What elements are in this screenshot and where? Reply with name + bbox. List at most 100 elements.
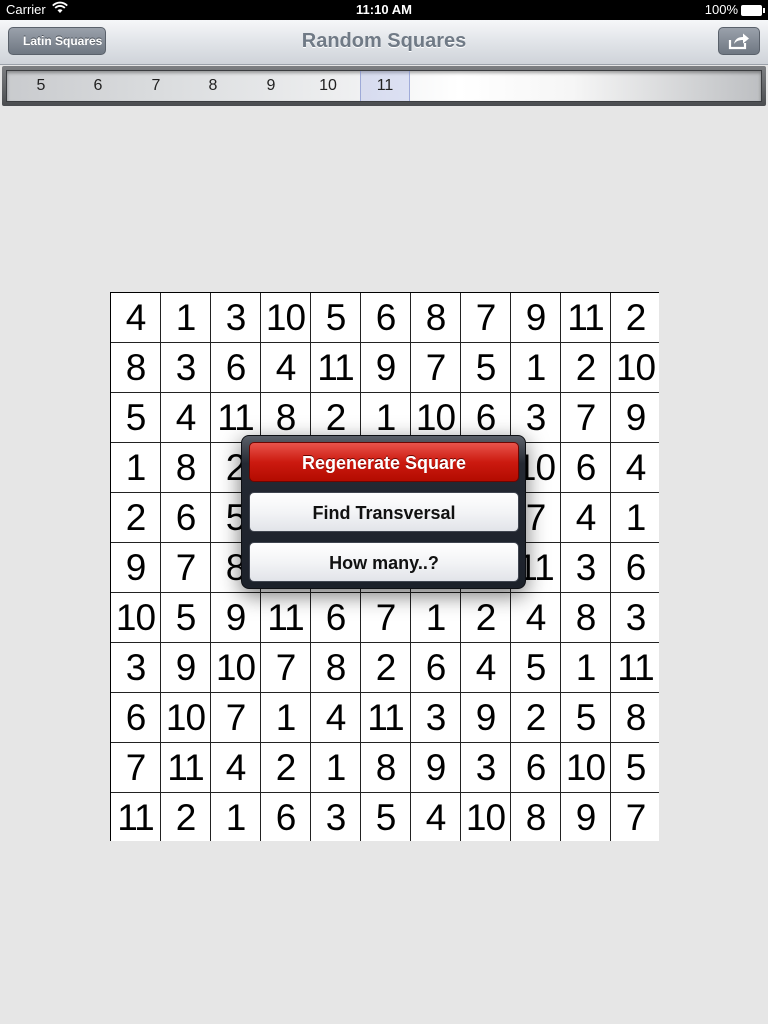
size-option-9[interactable]: 9 xyxy=(246,71,296,101)
grid-cell[interactable]: 9 xyxy=(461,693,511,743)
grid-cell[interactable]: 1 xyxy=(261,693,311,743)
grid-cell[interactable]: 1 xyxy=(511,343,561,393)
grid-cell[interactable]: 4 xyxy=(561,493,611,543)
size-picker[interactable]: 5 6 7 8 9 10 11 xyxy=(2,66,766,106)
grid-cell[interactable]: 9 xyxy=(111,543,161,593)
grid-cell[interactable]: 6 xyxy=(561,443,611,493)
grid-cell[interactable]: 1 xyxy=(311,743,361,793)
grid-cell[interactable]: 6 xyxy=(361,293,411,343)
grid-cell[interactable]: 8 xyxy=(311,643,361,693)
grid-cell[interactable]: 10 xyxy=(561,743,611,793)
grid-cell[interactable]: 11 xyxy=(561,293,611,343)
grid-cell[interactable]: 2 xyxy=(361,643,411,693)
grid-cell[interactable]: 4 xyxy=(461,643,511,693)
grid-cell[interactable]: 9 xyxy=(411,743,461,793)
grid-cell[interactable]: 6 xyxy=(311,593,361,643)
grid-cell[interactable]: 7 xyxy=(211,693,261,743)
grid-cell[interactable]: 9 xyxy=(511,293,561,343)
grid-cell[interactable]: 7 xyxy=(111,743,161,793)
grid-cell[interactable]: 8 xyxy=(361,743,411,793)
grid-cell[interactable]: 1 xyxy=(561,643,611,693)
grid-cell[interactable]: 7 xyxy=(561,393,611,443)
grid-cell[interactable]: 3 xyxy=(561,543,611,593)
grid-cell[interactable]: 6 xyxy=(611,543,659,593)
grid-cell[interactable]: 11 xyxy=(161,743,211,793)
grid-cell[interactable]: 10 xyxy=(611,343,659,393)
grid-cell[interactable]: 11 xyxy=(361,693,411,743)
grid-cell[interactable]: 10 xyxy=(211,643,261,693)
grid-cell[interactable]: 6 xyxy=(161,493,211,543)
find-transversal-button[interactable]: Find Transversal xyxy=(249,492,519,532)
grid-cell[interactable]: 11 xyxy=(311,343,361,393)
how-many-button[interactable]: How many..? xyxy=(249,542,519,582)
grid-cell[interactable]: 4 xyxy=(211,743,261,793)
grid-cell[interactable]: 4 xyxy=(611,443,659,493)
grid-cell[interactable]: 5 xyxy=(361,793,411,841)
grid-cell[interactable]: 10 xyxy=(161,693,211,743)
grid-cell[interactable]: 7 xyxy=(611,793,659,841)
grid-cell[interactable]: 8 xyxy=(611,693,659,743)
grid-cell[interactable]: 3 xyxy=(461,743,511,793)
grid-cell[interactable]: 11 xyxy=(111,793,161,841)
grid-cell[interactable]: 10 xyxy=(261,293,311,343)
grid-cell[interactable]: 4 xyxy=(111,293,161,343)
grid-cell[interactable]: 7 xyxy=(361,593,411,643)
grid-cell[interactable]: 1 xyxy=(611,493,659,543)
grid-cell[interactable]: 5 xyxy=(461,343,511,393)
grid-cell[interactable]: 9 xyxy=(561,793,611,841)
grid-cell[interactable]: 2 xyxy=(261,743,311,793)
grid-cell[interactable]: 11 xyxy=(611,643,659,693)
grid-cell[interactable]: 5 xyxy=(561,693,611,743)
grid-cell[interactable]: 7 xyxy=(411,343,461,393)
grid-cell[interactable]: 5 xyxy=(511,643,561,693)
grid-cell[interactable]: 2 xyxy=(511,693,561,743)
grid-cell[interactable]: 1 xyxy=(161,293,211,343)
grid-cell[interactable]: 2 xyxy=(561,343,611,393)
grid-cell[interactable]: 9 xyxy=(611,393,659,443)
grid-cell[interactable]: 8 xyxy=(411,293,461,343)
grid-cell[interactable]: 2 xyxy=(111,493,161,543)
grid-cell[interactable]: 4 xyxy=(161,393,211,443)
grid-cell[interactable]: 4 xyxy=(411,793,461,841)
grid-cell[interactable]: 5 xyxy=(161,593,211,643)
size-option-11[interactable]: 11 xyxy=(360,71,410,101)
grid-cell[interactable]: 5 xyxy=(611,743,659,793)
grid-cell[interactable]: 6 xyxy=(261,793,311,841)
grid-cell[interactable]: 2 xyxy=(611,293,659,343)
grid-cell[interactable]: 9 xyxy=(361,343,411,393)
grid-cell[interactable]: 3 xyxy=(161,343,211,393)
grid-cell[interactable]: 8 xyxy=(561,593,611,643)
grid-cell[interactable]: 11 xyxy=(261,593,311,643)
grid-cell[interactable]: 1 xyxy=(211,793,261,841)
grid-cell[interactable]: 2 xyxy=(461,593,511,643)
size-option-5[interactable]: 5 xyxy=(16,71,66,101)
size-option-6[interactable]: 6 xyxy=(73,71,123,101)
grid-cell[interactable]: 6 xyxy=(111,693,161,743)
grid-cell[interactable]: 4 xyxy=(261,343,311,393)
grid-cell[interactable]: 9 xyxy=(211,593,261,643)
grid-cell[interactable]: 3 xyxy=(611,593,659,643)
grid-cell[interactable]: 6 xyxy=(411,643,461,693)
grid-cell[interactable]: 7 xyxy=(461,293,511,343)
size-option-7[interactable]: 7 xyxy=(131,71,181,101)
size-option-10[interactable]: 10 xyxy=(303,71,353,101)
grid-cell[interactable]: 3 xyxy=(211,293,261,343)
grid-cell[interactable]: 3 xyxy=(411,693,461,743)
grid-cell[interactable]: 10 xyxy=(461,793,511,841)
grid-cell[interactable]: 7 xyxy=(161,543,211,593)
grid-cell[interactable]: 5 xyxy=(111,393,161,443)
grid-cell[interactable]: 6 xyxy=(511,743,561,793)
grid-cell[interactable]: 8 xyxy=(511,793,561,841)
grid-cell[interactable]: 10 xyxy=(111,593,161,643)
regenerate-square-button[interactable]: Regenerate Square xyxy=(249,442,519,482)
grid-cell[interactable]: 8 xyxy=(111,343,161,393)
grid-cell[interactable]: 3 xyxy=(311,793,361,841)
grid-cell[interactable]: 4 xyxy=(311,693,361,743)
grid-cell[interactable]: 7 xyxy=(261,643,311,693)
size-option-8[interactable]: 8 xyxy=(188,71,238,101)
grid-cell[interactable]: 9 xyxy=(161,643,211,693)
grid-cell[interactable]: 4 xyxy=(511,593,561,643)
grid-cell[interactable]: 5 xyxy=(311,293,361,343)
grid-cell[interactable]: 8 xyxy=(161,443,211,493)
grid-cell[interactable]: 6 xyxy=(211,343,261,393)
